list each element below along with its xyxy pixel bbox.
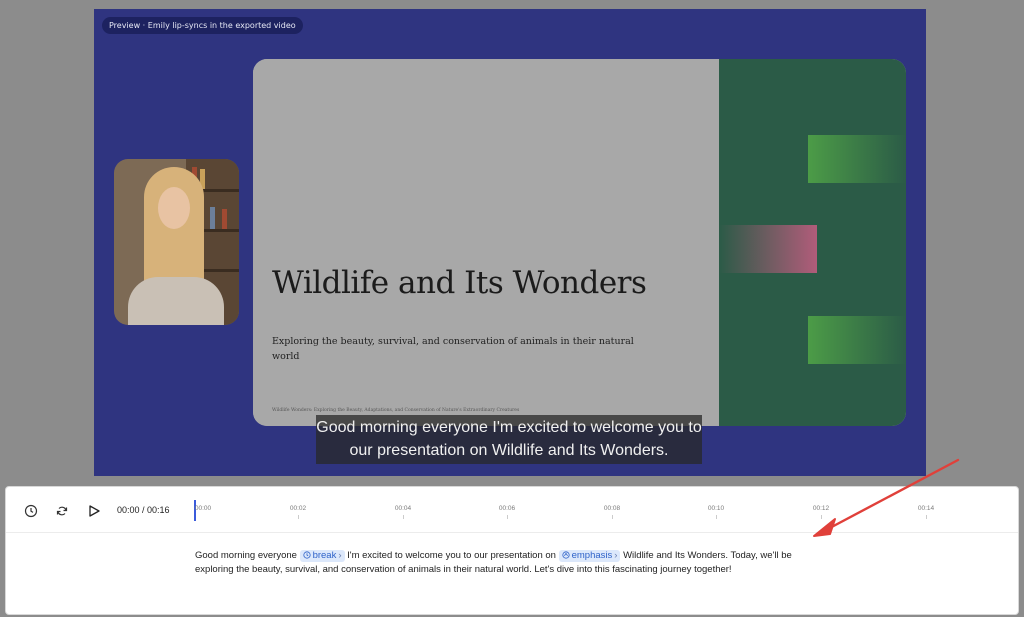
video-preview: Preview · Emily lip-syncs in the exporte… bbox=[94, 9, 926, 476]
avatar-body bbox=[128, 277, 224, 325]
tick-mark bbox=[821, 515, 822, 519]
avatar-face bbox=[158, 187, 190, 229]
tick-mark bbox=[926, 515, 927, 519]
slide-canvas: Wildlife and Its Wonders Exploring the b… bbox=[253, 59, 906, 426]
tick-mark bbox=[298, 515, 299, 519]
tick-label: 00:08 bbox=[603, 505, 621, 512]
tick-mark bbox=[507, 515, 508, 519]
slide-content-area: Wildlife and Its Wonders Exploring the b… bbox=[253, 59, 719, 426]
subtitle-caption: Good morning everyone I'm excited to wel… bbox=[316, 415, 702, 464]
preview-badge: Preview · Emily lip-syncs in the exporte… bbox=[102, 17, 303, 34]
tick-label: 00:06 bbox=[498, 505, 516, 512]
clock-icon bbox=[302, 551, 311, 559]
slide-decoration-panel bbox=[719, 59, 906, 426]
panel-divider bbox=[6, 532, 1018, 533]
clock-icon[interactable] bbox=[22, 502, 40, 520]
script-text: Good morning everyone bbox=[195, 550, 297, 561]
timeline-panel: 00:00 / 00:16 00:00 00:02 00:04 00:06 00… bbox=[5, 486, 1019, 615]
chevron-right-icon: › bbox=[614, 550, 618, 561]
slide-subtitle: Exploring the beauty, survival, and cons… bbox=[272, 336, 634, 362]
play-icon[interactable] bbox=[85, 502, 103, 520]
tick-mark bbox=[716, 515, 717, 519]
refresh-icon[interactable] bbox=[53, 502, 71, 520]
presenter-avatar bbox=[114, 159, 239, 325]
chevron-right-icon: › bbox=[338, 550, 342, 561]
green-bar bbox=[808, 135, 906, 183]
tick-label: 00:10 bbox=[707, 505, 725, 512]
tick-label: 00:02 bbox=[289, 505, 307, 512]
slide-title: Wildlife and Its Wonders bbox=[272, 265, 647, 301]
emphasis-icon bbox=[562, 551, 570, 559]
script-editor[interactable]: Good morning everyone break › I'm excited… bbox=[195, 549, 825, 577]
emphasis-tag-label: emphasis bbox=[571, 550, 613, 561]
tick-mark bbox=[612, 515, 613, 519]
tick-label: 00:00 bbox=[194, 505, 212, 512]
timeline-ruler[interactable]: 00:00 00:02 00:04 00:06 00:08 00:10 00:1… bbox=[194, 487, 1004, 527]
break-tag-label: break bbox=[312, 550, 337, 561]
break-tag[interactable]: break › bbox=[299, 550, 345, 562]
tick-label: 00:12 bbox=[812, 505, 830, 512]
green-bar bbox=[808, 316, 906, 364]
tick-label: 00:04 bbox=[394, 505, 412, 512]
pink-bar bbox=[719, 225, 817, 273]
time-display: 00:00 / 00:16 bbox=[117, 505, 170, 515]
emphasis-tag[interactable]: emphasis › bbox=[558, 550, 621, 562]
slide-footer: Wildlife Wonders: Exploring the Beauty, … bbox=[272, 408, 520, 413]
tick-label: 00:14 bbox=[917, 505, 935, 512]
tick-mark bbox=[403, 515, 404, 519]
script-text: I'm excited to welcome you to our presen… bbox=[347, 550, 556, 561]
